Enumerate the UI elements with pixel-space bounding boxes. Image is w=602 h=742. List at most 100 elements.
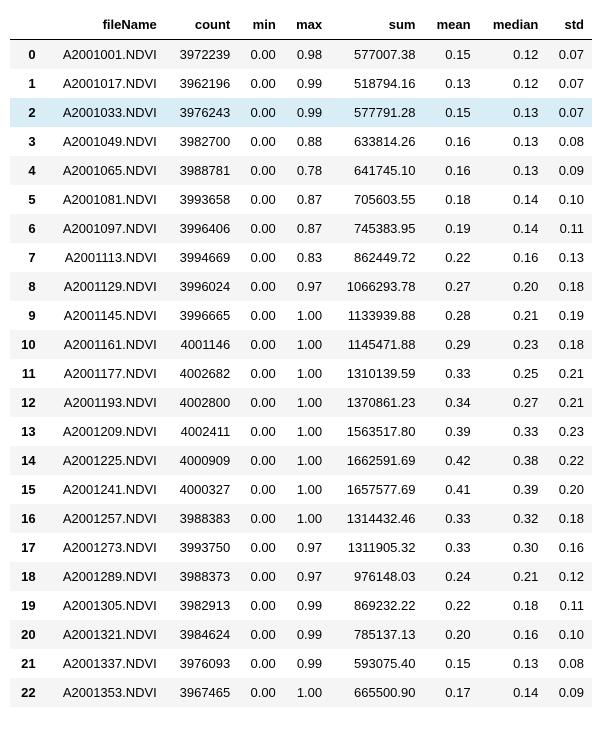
cell-index: 13 (10, 417, 44, 446)
cell-filename: A2001145.NDVI (44, 301, 165, 330)
cell-std: 0.09 (546, 678, 592, 707)
cell-filename: A2001081.NDVI (44, 185, 165, 214)
table-row[interactable]: 12A2001193.NDVI40028000.001.001370861.23… (10, 388, 592, 417)
cell-std: 0.21 (546, 359, 592, 388)
cell-min: 0.00 (238, 359, 284, 388)
cell-sum: 577791.28 (330, 98, 423, 127)
table-row[interactable]: 11A2001177.NDVI40026820.001.001310139.59… (10, 359, 592, 388)
cell-mean: 0.15 (423, 649, 478, 678)
cell-max: 1.00 (284, 446, 330, 475)
cell-filename: A2001225.NDVI (44, 446, 165, 475)
cell-std: 0.23 (546, 417, 592, 446)
table-row[interactable]: 20A2001321.NDVI39846240.000.99785137.130… (10, 620, 592, 649)
cell-count: 3982700 (165, 127, 238, 156)
cell-index: 4 (10, 156, 44, 185)
cell-sum: 745383.95 (330, 214, 423, 243)
table-row[interactable]: 3A2001049.NDVI39827000.000.88633814.260.… (10, 127, 592, 156)
cell-std: 0.07 (546, 40, 592, 70)
cell-max: 0.97 (284, 533, 330, 562)
cell-count: 4002800 (165, 388, 238, 417)
table-row[interactable]: 18A2001289.NDVI39883730.000.97976148.030… (10, 562, 592, 591)
cell-index: 14 (10, 446, 44, 475)
cell-median: 0.14 (479, 185, 547, 214)
table-row[interactable]: 1A2001017.NDVI39621960.000.99518794.160.… (10, 69, 592, 98)
cell-std: 0.18 (546, 272, 592, 301)
cell-filename: A2001305.NDVI (44, 591, 165, 620)
cell-mean: 0.34 (423, 388, 478, 417)
cell-mean: 0.18 (423, 185, 478, 214)
cell-count: 3988781 (165, 156, 238, 185)
cell-std: 0.18 (546, 504, 592, 533)
cell-count: 3984624 (165, 620, 238, 649)
table-row[interactable]: 10A2001161.NDVI40011460.001.001145471.88… (10, 330, 592, 359)
table-row[interactable]: 6A2001097.NDVI39964060.000.87745383.950.… (10, 214, 592, 243)
cell-max: 0.78 (284, 156, 330, 185)
cell-max: 0.97 (284, 562, 330, 591)
cell-sum: 1657577.69 (330, 475, 423, 504)
cell-median: 0.12 (479, 69, 547, 98)
cell-count: 3976243 (165, 98, 238, 127)
cell-mean: 0.20 (423, 620, 478, 649)
table-row[interactable]: 22A2001353.NDVI39674650.001.00665500.900… (10, 678, 592, 707)
cell-median: 0.20 (479, 272, 547, 301)
cell-min: 0.00 (238, 388, 284, 417)
cell-filename: A2001161.NDVI (44, 330, 165, 359)
cell-min: 0.00 (238, 475, 284, 504)
cell-count: 3988373 (165, 562, 238, 591)
cell-max: 0.98 (284, 40, 330, 70)
table-row[interactable]: 4A2001065.NDVI39887810.000.78641745.100.… (10, 156, 592, 185)
cell-count: 3993658 (165, 185, 238, 214)
table-row[interactable]: 15A2001241.NDVI40003270.001.001657577.69… (10, 475, 592, 504)
cell-std: 0.22 (546, 446, 592, 475)
cell-median: 0.38 (479, 446, 547, 475)
cell-index: 20 (10, 620, 44, 649)
cell-min: 0.00 (238, 562, 284, 591)
cell-min: 0.00 (238, 446, 284, 475)
header-sum: sum (330, 10, 423, 40)
cell-count: 4000909 (165, 446, 238, 475)
cell-max: 1.00 (284, 330, 330, 359)
cell-filename: A2001097.NDVI (44, 214, 165, 243)
cell-std: 0.10 (546, 620, 592, 649)
table-row[interactable]: 2A2001033.NDVI39762430.000.99577791.280.… (10, 98, 592, 127)
cell-index: 5 (10, 185, 44, 214)
cell-median: 0.13 (479, 98, 547, 127)
table-row[interactable]: 13A2001209.NDVI40024110.001.001563517.80… (10, 417, 592, 446)
table-row[interactable]: 7A2001113.NDVI39946690.000.83862449.720.… (10, 243, 592, 272)
cell-median: 0.30 (479, 533, 547, 562)
cell-sum: 1563517.80 (330, 417, 423, 446)
table-row[interactable]: 9A2001145.NDVI39966650.001.001133939.880… (10, 301, 592, 330)
table-row[interactable]: 5A2001081.NDVI39936580.000.87705603.550.… (10, 185, 592, 214)
table-row[interactable]: 8A2001129.NDVI39960240.000.971066293.780… (10, 272, 592, 301)
cell-mean: 0.19 (423, 214, 478, 243)
table-row[interactable]: 19A2001305.NDVI39829130.000.99869232.220… (10, 591, 592, 620)
cell-max: 0.99 (284, 591, 330, 620)
cell-min: 0.00 (238, 243, 284, 272)
cell-mean: 0.28 (423, 301, 478, 330)
cell-sum: 869232.22 (330, 591, 423, 620)
table-row[interactable]: 21A2001337.NDVI39760930.000.99593075.400… (10, 649, 592, 678)
table-row[interactable]: 17A2001273.NDVI39937500.000.971311905.32… (10, 533, 592, 562)
cell-filename: A2001017.NDVI (44, 69, 165, 98)
cell-sum: 785137.13 (330, 620, 423, 649)
cell-index: 19 (10, 591, 44, 620)
cell-count: 3996406 (165, 214, 238, 243)
cell-min: 0.00 (238, 591, 284, 620)
table-row[interactable]: 14A2001225.NDVI40009090.001.001662591.69… (10, 446, 592, 475)
header-index (10, 10, 44, 40)
cell-median: 0.21 (479, 562, 547, 591)
cell-median: 0.13 (479, 127, 547, 156)
cell-mean: 0.33 (423, 359, 478, 388)
cell-median: 0.14 (479, 214, 547, 243)
cell-count: 3996665 (165, 301, 238, 330)
cell-filename: A2001273.NDVI (44, 533, 165, 562)
table-row[interactable]: 0A2001001.NDVI39722390.000.98577007.380.… (10, 40, 592, 70)
cell-median: 0.18 (479, 591, 547, 620)
cell-sum: 1066293.78 (330, 272, 423, 301)
cell-filename: A2001177.NDVI (44, 359, 165, 388)
cell-count: 3993750 (165, 533, 238, 562)
cell-median: 0.27 (479, 388, 547, 417)
cell-index: 1 (10, 69, 44, 98)
cell-index: 16 (10, 504, 44, 533)
table-row[interactable]: 16A2001257.NDVI39883830.001.001314432.46… (10, 504, 592, 533)
